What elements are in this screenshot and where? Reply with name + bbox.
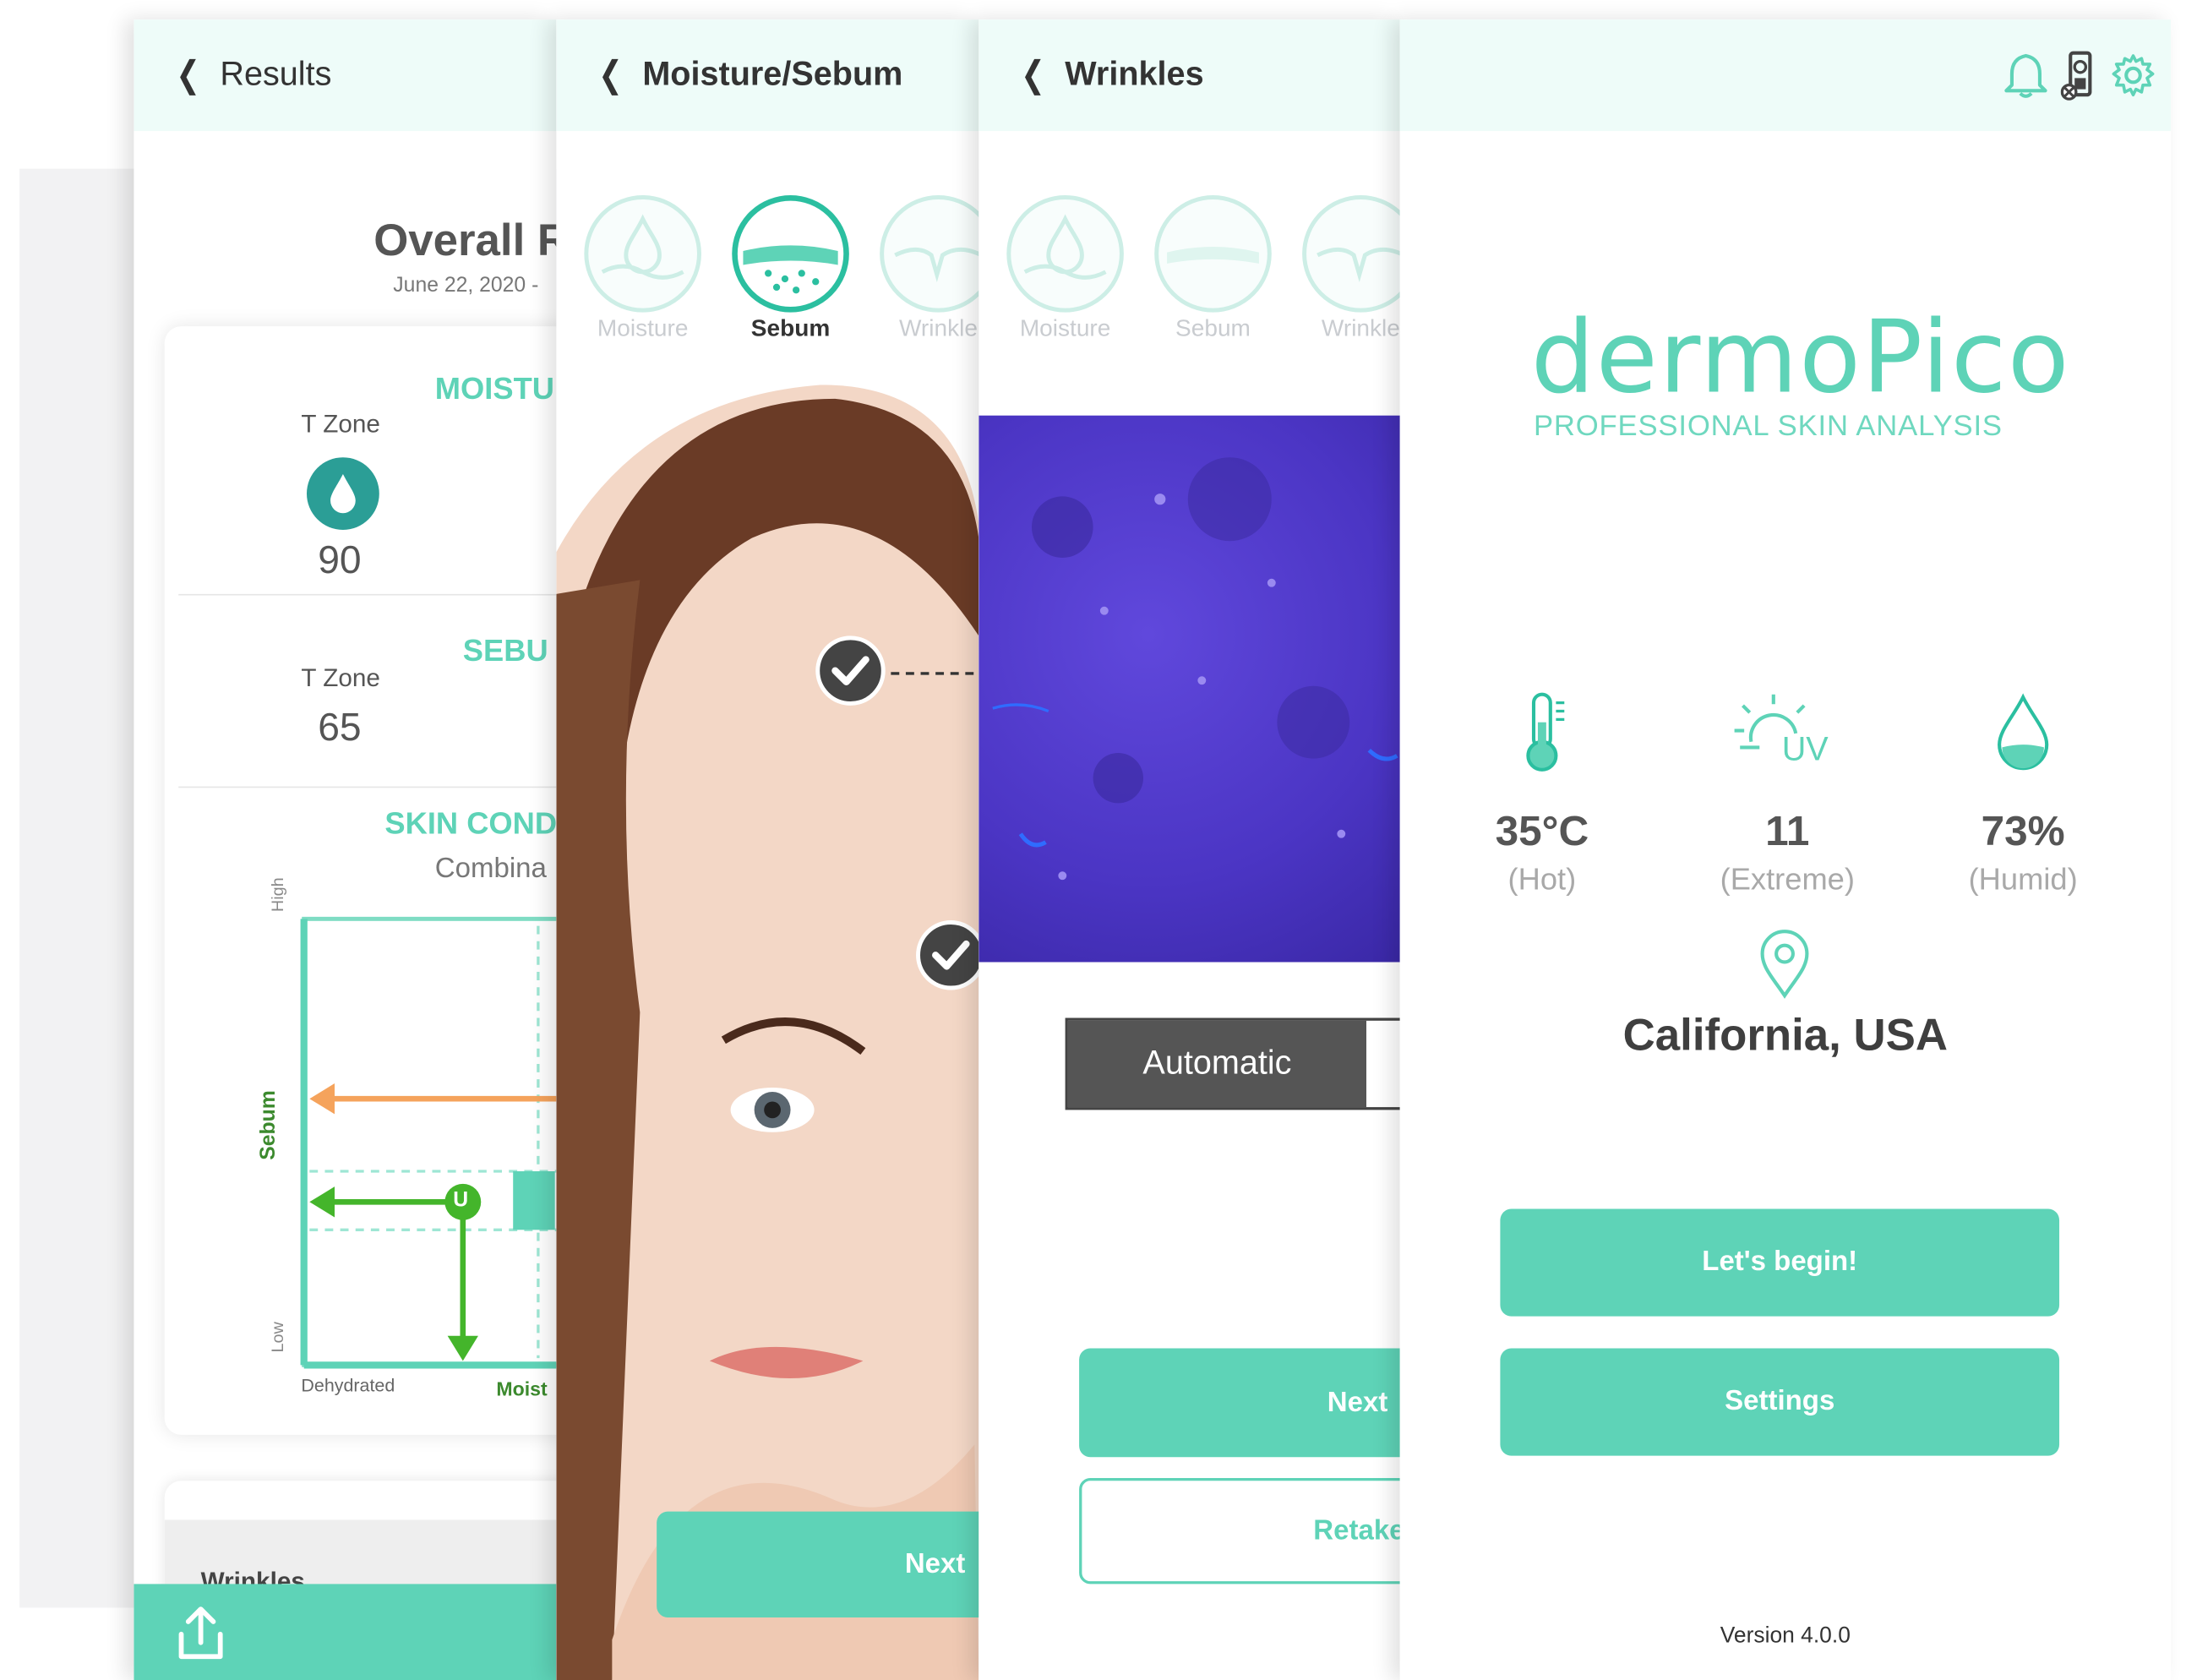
- face-photo: [556, 385, 979, 1680]
- moisture-drop-icon: [307, 457, 379, 530]
- chart-x-right: Moist: [496, 1377, 548, 1400]
- tab-wrinkle-label: Wrinkle: [898, 314, 978, 342]
- thermometer-icon: [1517, 689, 1573, 775]
- tab-sebum[interactable]: [1154, 195, 1272, 313]
- skin-microscope-image: [979, 415, 1402, 963]
- tab-wrinkle[interactable]: [1302, 195, 1402, 313]
- tab-wrinkle[interactable]: [880, 195, 979, 313]
- app-logo: dermoPico: [1530, 298, 2071, 416]
- moisture-value: 90: [318, 537, 362, 582]
- sebum-value: 65: [318, 705, 362, 750]
- results-back-button[interactable]: ❮ Results: [173, 52, 332, 96]
- location-label: California, USA: [1622, 1009, 1948, 1060]
- back-label: Results: [220, 55, 332, 93]
- retake-button[interactable]: Retake: [1079, 1478, 1402, 1585]
- wrinkles-screen: ❮ Wrinkles Moisture Sebum Wrinkle Automa…: [979, 19, 1402, 1680]
- gear-icon[interactable]: [2111, 53, 2156, 98]
- results-title: Overall R: [373, 215, 557, 265]
- chart-marker: U: [453, 1187, 469, 1212]
- temperature-desc: (Hot): [1507, 861, 1577, 897]
- results-date: June 22, 2020 -: [393, 273, 539, 297]
- chevron-left-icon: ❮: [176, 52, 200, 95]
- uv-sun-icon: UV: [1731, 691, 1832, 775]
- moisture-next-button[interactable]: Next: [657, 1511, 979, 1617]
- results-screen: ❮ Results Overall R June 22, 2020 - MOIS…: [134, 19, 557, 1680]
- measurement-dash-line: [891, 672, 979, 675]
- bell-icon[interactable]: [2002, 50, 2049, 100]
- tab-moisture-label: Moisture: [1019, 314, 1111, 342]
- home-screen: dermoPico PROFESSIONAL SKIN ANALYSIS UV …: [1399, 19, 2172, 1680]
- humidity-desc: (Humid): [1968, 861, 2078, 897]
- divider: [178, 786, 557, 788]
- tab-sebum[interactable]: [732, 195, 849, 313]
- back-label: Moisture/Sebum: [642, 55, 903, 93]
- settings-button[interactable]: Settings: [1500, 1348, 2060, 1456]
- home-header: [1399, 19, 2172, 132]
- skin-condition-value: Combina: [434, 853, 547, 885]
- chart-x-left: Dehydrated: [301, 1374, 395, 1396]
- device-icon[interactable]: [2060, 50, 2097, 103]
- wrinkles-next-button[interactable]: Next: [1079, 1348, 1402, 1458]
- tab-wrinkle-label: Wrinkle: [1321, 314, 1400, 342]
- sebum-heading: SEBU: [462, 633, 548, 668]
- version-label: Version 4.0.0: [1720, 1624, 1851, 1649]
- capture-mode-toggle[interactable]: Automatic: [1065, 1017, 1402, 1110]
- skin-condition-heading: SKIN COND: [384, 805, 557, 841]
- uv-desc: (Extreme): [1720, 861, 1855, 897]
- moisture-back-button[interactable]: ❮ Moisture/Sebum: [596, 52, 903, 96]
- wrinkles-back-button[interactable]: ❮ Wrinkles: [1018, 53, 1204, 96]
- divider: [178, 593, 557, 596]
- moisture-sebum-screen: ❮ Moisture/Sebum Moisture Sebum Wrinkle: [556, 19, 979, 1680]
- skin-type-chart: High Sebum Low U Dehydrated Moist: [257, 877, 557, 1400]
- tab-moisture[interactable]: [584, 195, 701, 313]
- chart-plot: [300, 916, 557, 1369]
- moisture-heading: MOISTU: [434, 370, 554, 406]
- app-tagline: PROFESSIONAL SKIN ANALYSIS: [1534, 410, 2003, 443]
- chevron-left-icon: ❮: [1021, 52, 1045, 95]
- tab-sebum-label: Sebum: [750, 314, 831, 342]
- back-label: Wrinkles: [1065, 55, 1204, 93]
- tab-moisture[interactable]: [1006, 195, 1124, 313]
- uv-label: UV: [1781, 730, 1829, 769]
- tab-moisture-label: Moisture: [597, 314, 689, 342]
- sebum-zone-label: T Zone: [301, 663, 380, 692]
- mode-automatic[interactable]: Automatic: [1067, 1020, 1366, 1108]
- uv-value: 11: [1765, 809, 1810, 855]
- chevron-left-icon: ❮: [598, 52, 623, 95]
- results-bottom-bar: [134, 1584, 557, 1680]
- measurement-point-check[interactable]: [916, 920, 979, 990]
- lets-begin-button[interactable]: Let's begin!: [1500, 1208, 2060, 1317]
- temperature-value: 35°C: [1495, 809, 1589, 855]
- share-icon[interactable]: [173, 1604, 229, 1662]
- results-card: MOISTU T Zone 90 SEBU T Zone 65 SKIN CON…: [164, 326, 557, 1435]
- humidity-drop-icon: [1991, 691, 2055, 775]
- screens-composite: ❮ Results Overall R June 22, 2020 - MOIS…: [0, 0, 2186, 1680]
- tab-sebum-label: Sebum: [1175, 314, 1251, 342]
- moisture-zone-label: T Zone: [301, 410, 380, 439]
- measurement-point-check[interactable]: [815, 635, 886, 706]
- location-pin-icon: [1757, 926, 1813, 1001]
- humidity-value: 73%: [1981, 809, 2065, 855]
